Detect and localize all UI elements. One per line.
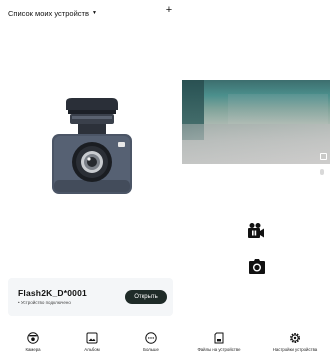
device-list-dropdown[interactable]: Список моих устройств ▼ [8, 6, 97, 20]
device-list-title: Список моих устройств [8, 8, 89, 18]
device-status: • Устройство подключено [18, 300, 71, 305]
live-preview[interactable] [182, 80, 330, 164]
image-icon [86, 332, 98, 344]
nav-camera-label: Камера [25, 347, 41, 352]
sd-card-icon [214, 332, 224, 344]
dashcam-illustration [52, 98, 132, 194]
open-device-button[interactable]: Открыть [125, 290, 167, 304]
fullscreen-icon[interactable] [320, 153, 327, 160]
device-name: Flash2K_D*0001 [18, 288, 87, 298]
nav-device-files[interactable]: Файлы на устройстве [190, 332, 248, 354]
chevron-down-icon: ▼ [91, 10, 97, 16]
device-card: Flash2K_D*0001 • Устройство подключено О… [8, 278, 173, 316]
gear-icon [290, 333, 300, 343]
nav-device-settings-label: Настройки устройства [272, 347, 318, 352]
nav-device-files-label: Файлы на устройстве [197, 347, 241, 352]
preview-floor [182, 124, 330, 164]
nav-device-settings[interactable]: Настройки устройства [264, 332, 326, 354]
preview-board [228, 94, 328, 124]
app-screen: Список моих устройств ▼ + Flash2K_D*0001… [0, 0, 330, 354]
camera-icon [27, 332, 39, 344]
nav-more[interactable]: Больше [137, 332, 165, 354]
nav-camera[interactable]: Камера [19, 332, 47, 354]
more-dots-icon [145, 332, 157, 344]
camera-icon[interactable] [248, 257, 266, 275]
preview-indicator [320, 169, 324, 175]
video-camera-pause-icon[interactable] [247, 222, 265, 240]
nav-more-label: Больше [143, 347, 159, 352]
nav-album[interactable]: Альбом [78, 332, 106, 354]
add-device-button[interactable]: + [163, 3, 175, 17]
nav-album-label: Альбом [84, 347, 100, 352]
